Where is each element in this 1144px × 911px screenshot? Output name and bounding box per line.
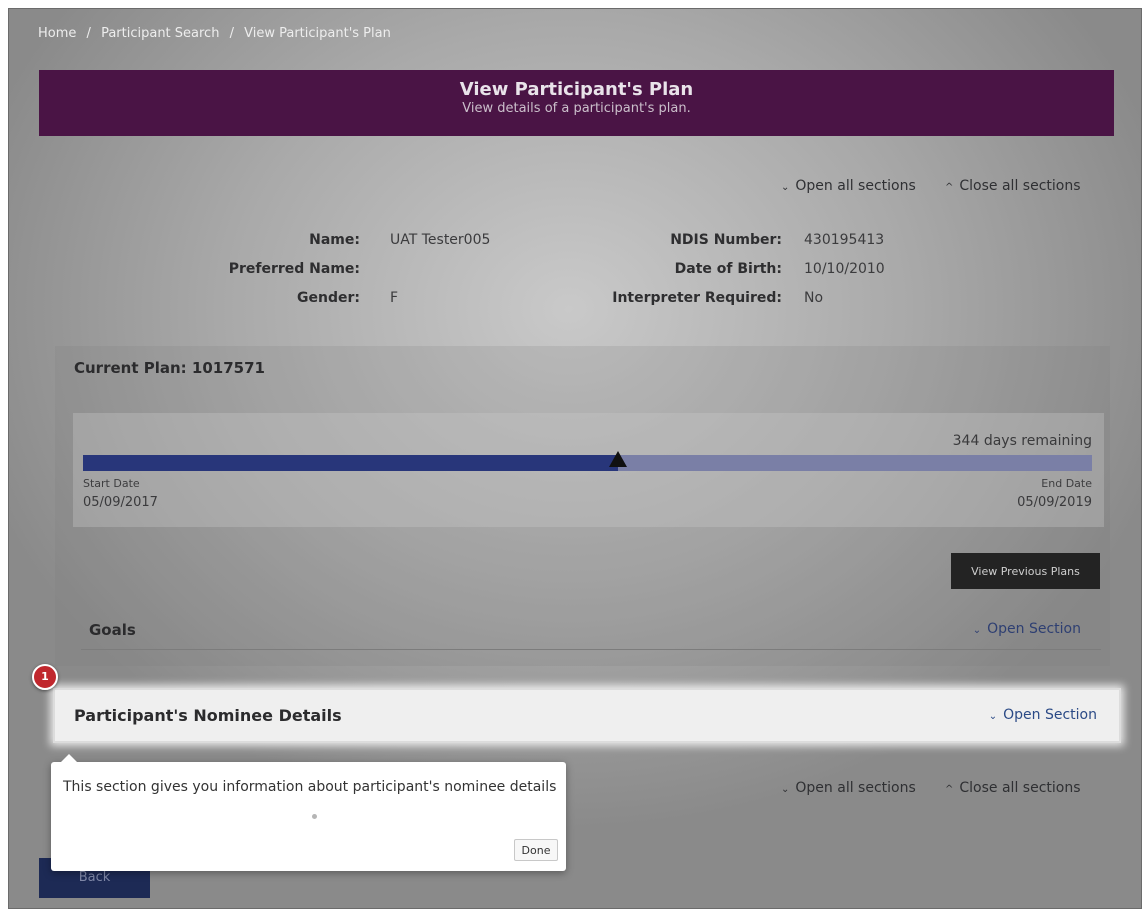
goals-open-section-link[interactable]: ⌄ Open Section	[973, 621, 1081, 637]
end-date-label: End Date	[1041, 477, 1092, 490]
progress-marker-icon	[608, 451, 627, 467]
dob-label: Date of Birth:	[674, 261, 782, 277]
tour-done-button[interactable]: Done	[514, 839, 558, 861]
start-date-value: 05/09/2017	[83, 495, 158, 510]
chevron-down-icon: ⌄	[781, 182, 790, 193]
close-all-label: Close all sections	[959, 178, 1081, 194]
tour-step-badge: 1	[32, 664, 58, 690]
gender-value: F	[390, 290, 399, 306]
chevron-up-icon: ^	[945, 784, 954, 795]
nominee-open-label: Open Section	[1003, 707, 1097, 723]
close-all-label: Close all sections	[959, 780, 1081, 796]
page-header: View Participant's Plan View details of …	[39, 70, 1114, 136]
chevron-up-icon: ^	[945, 182, 954, 193]
name-label: Name:	[309, 232, 360, 248]
breadcrumb: Home / Participant Search / View Partici…	[38, 26, 397, 41]
gender-label: Gender:	[297, 290, 360, 306]
breadcrumb-home[interactable]: Home	[38, 26, 76, 41]
goals-section-header[interactable]: Goals ⌄ Open Section	[81, 615, 1101, 650]
page-subtitle: View details of a participant's plan.	[462, 101, 691, 116]
preferred-name-label: Preferred Name:	[228, 261, 360, 277]
open-all-label: Open all sections	[795, 780, 916, 796]
ndis-number-value: 430195413	[804, 232, 885, 248]
interpreter-value: No	[804, 290, 824, 306]
breadcrumb-current: View Participant's Plan	[244, 26, 391, 41]
name-value: UAT Tester005	[390, 232, 491, 248]
open-all-sections-link[interactable]: ⌄ Open all sections	[781, 178, 916, 194]
open-all-label: Open all sections	[795, 178, 916, 194]
tour-tooltip: This section gives you information about…	[51, 754, 566, 871]
tour-tooltip-text: This section gives you information about…	[63, 779, 557, 795]
app-frame: Home / Participant Search / View Partici…	[8, 8, 1142, 909]
current-plan-title: Current Plan: 1017571	[74, 359, 265, 377]
plan-progress-fill	[83, 455, 618, 471]
plan-progress-bar	[83, 455, 1092, 471]
interpreter-label: Interpreter Required:	[612, 290, 782, 306]
nominee-section-header[interactable]: Participant's Nominee Details ⌄ Open Sect…	[53, 688, 1121, 743]
open-all-sections-link[interactable]: ⌄ Open all sections	[781, 780, 916, 796]
breadcrumb-separator: /	[229, 26, 234, 41]
ndis-number-label: NDIS Number:	[670, 232, 782, 248]
nominee-open-section-link[interactable]: ⌄ Open Section	[989, 707, 1097, 723]
close-all-sections-link[interactable]: ^ Close all sections	[945, 178, 1081, 194]
goals-title: Goals	[89, 621, 136, 639]
goals-open-label: Open Section	[987, 621, 1081, 637]
tour-progress-dot	[312, 814, 317, 819]
chevron-down-icon: ⌄	[972, 625, 982, 636]
breadcrumb-separator: /	[86, 26, 91, 41]
nominee-title: Participant's Nominee Details	[74, 706, 342, 725]
plan-timeline: 344 days remaining Start Date 05/09/2017…	[73, 413, 1104, 527]
days-remaining: 344 days remaining	[952, 433, 1092, 449]
start-date-label: Start Date	[83, 477, 140, 490]
close-all-sections-link[interactable]: ^ Close all sections	[945, 780, 1081, 796]
chevron-down-icon: ⌄	[781, 784, 790, 795]
breadcrumb-participant-search[interactable]: Participant Search	[101, 26, 219, 41]
dob-value: 10/10/2010	[804, 261, 885, 277]
page-title: View Participant's Plan	[459, 79, 694, 100]
end-date-value: 05/09/2019	[1017, 495, 1092, 510]
chevron-down-icon: ⌄	[988, 711, 998, 722]
view-previous-plans-button[interactable]: View Previous Plans	[951, 553, 1100, 589]
